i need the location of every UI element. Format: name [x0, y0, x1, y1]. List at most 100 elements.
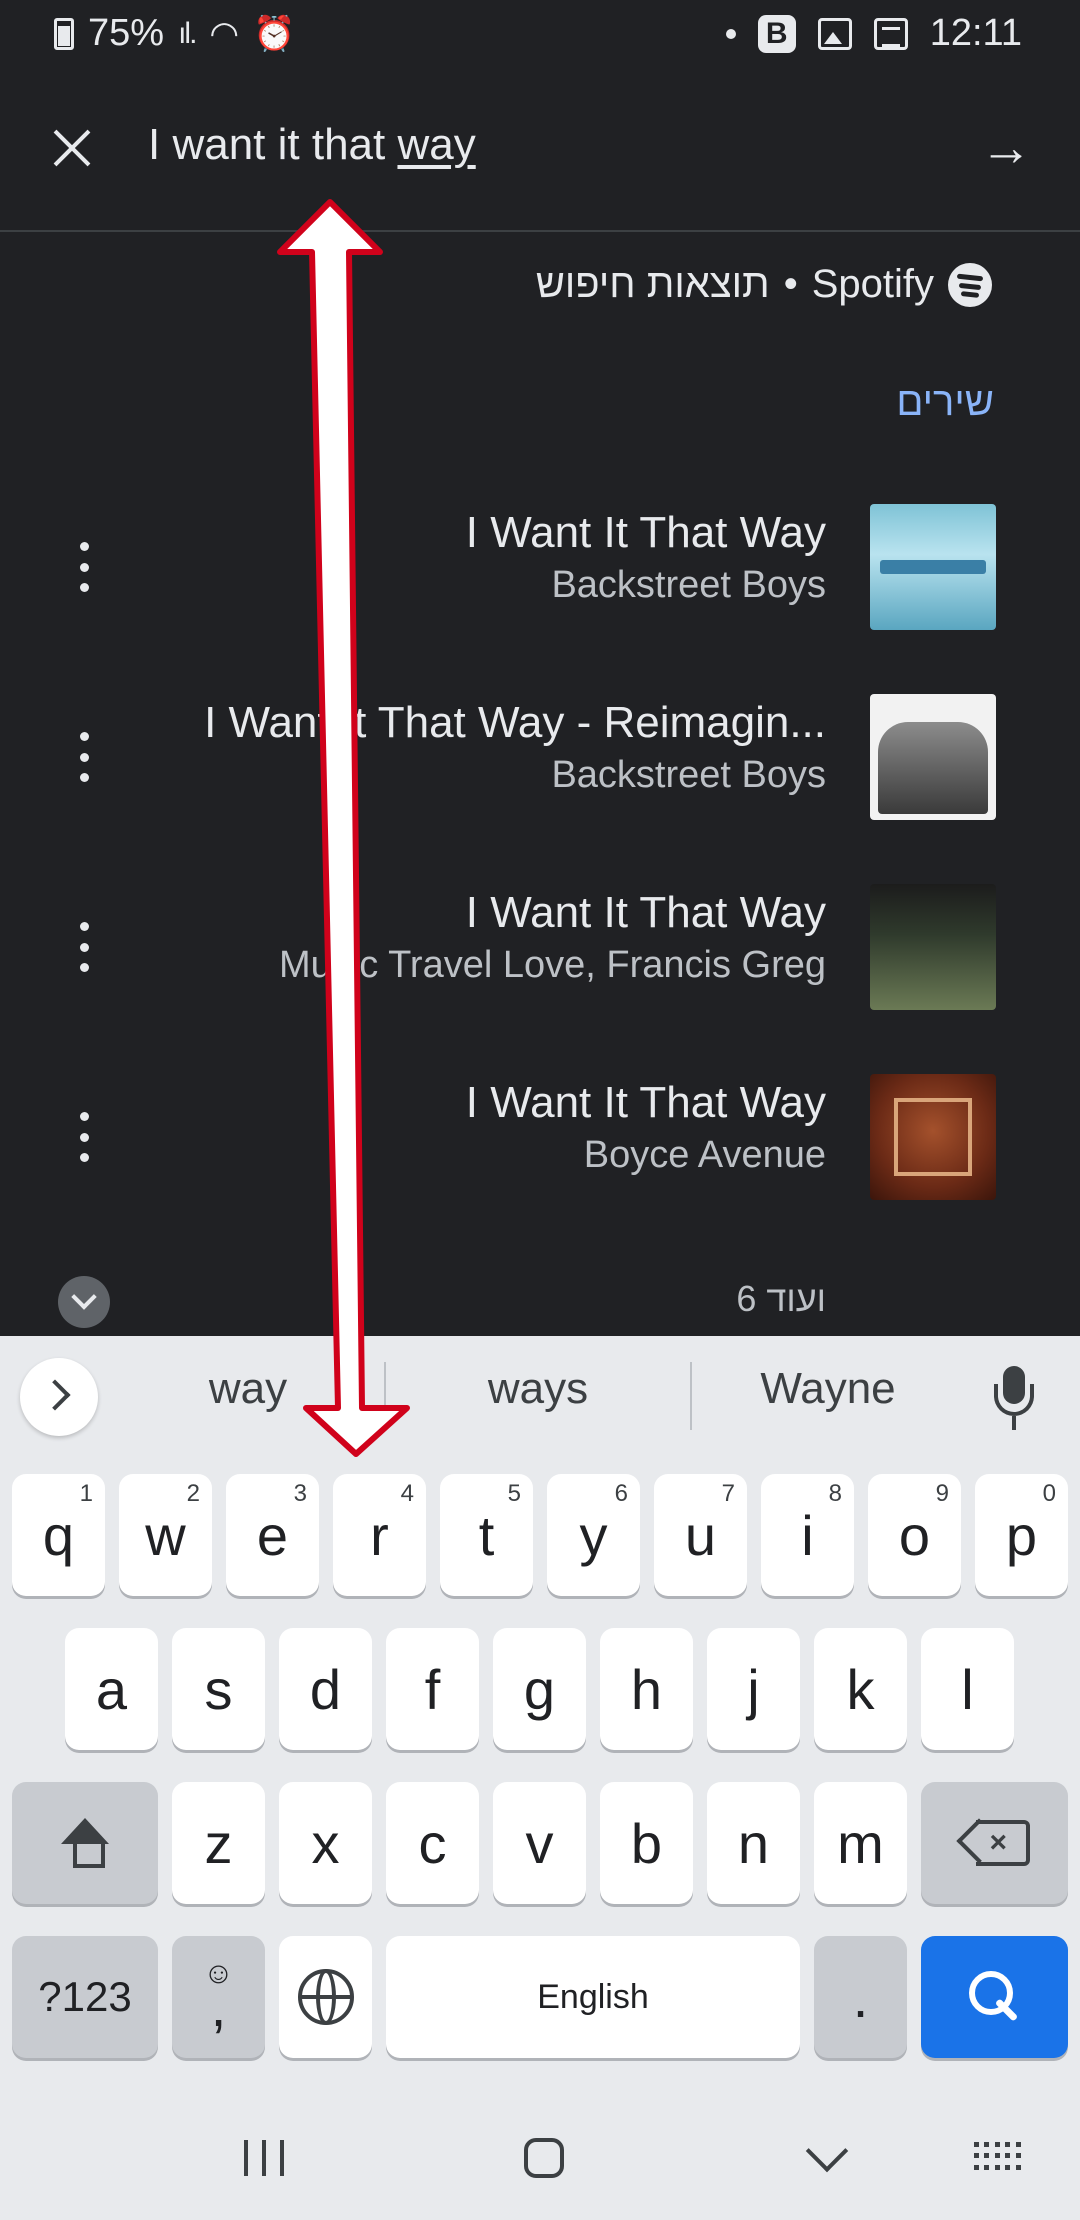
key-j[interactable]: j	[707, 1628, 800, 1750]
song-artist: Music Travel Love, Francis Greg	[279, 944, 826, 986]
key-n[interactable]: n	[707, 1782, 800, 1904]
key-t[interactable]: t5	[440, 1474, 533, 1596]
key-a[interactable]: a	[65, 1628, 158, 1750]
song-artist: Backstreet Boys	[551, 564, 826, 606]
key-g[interactable]: g	[493, 1628, 586, 1750]
song-result[interactable]: I Want It That Way Boyce Avenue	[0, 1062, 1080, 1212]
song-result[interactable]: I Want It That Way - Reimagin... Backstr…	[0, 682, 1080, 832]
more-options-icon[interactable]	[74, 1112, 94, 1162]
signal-icon: ıl.	[178, 16, 197, 50]
home-icon[interactable]	[524, 2138, 564, 2178]
search-query-prefix: I want it that	[148, 120, 398, 169]
comma-label: ,	[210, 1975, 227, 2038]
key-z[interactable]: z	[172, 1782, 265, 1904]
b-app-icon: B	[757, 14, 796, 53]
album-art	[870, 694, 996, 820]
album-art	[870, 884, 996, 1010]
song-title: I Want It That Way - Reimagin...	[204, 698, 826, 747]
search-icon	[965, 1967, 1025, 2027]
mic-icon[interactable]	[986, 1366, 1042, 1430]
song-result[interactable]: I Want It That Way Music Travel Love, Fr…	[0, 872, 1080, 1022]
language-key[interactable]	[279, 1936, 372, 2058]
source-name: Spotify	[811, 262, 934, 306]
gallery-icon	[817, 17, 852, 50]
more-options-icon[interactable]	[74, 732, 94, 782]
song-title: I Want It That Way	[465, 888, 826, 937]
key-b[interactable]: b	[600, 1782, 693, 1904]
expand-more-icon[interactable]	[58, 1276, 110, 1328]
keyboard-switch-icon[interactable]	[974, 2142, 1022, 2172]
status-bar: 75% ıl. ◠ ⏰ B 12:11	[0, 0, 1080, 64]
status-right: B 12:11	[725, 12, 1022, 55]
results-source: תוצאות חיפוש • Spotify	[536, 262, 992, 307]
key-m[interactable]: m	[814, 1782, 907, 1904]
suggestion-item[interactable]: Wayne	[708, 1364, 948, 1414]
key-o[interactable]: o9	[868, 1474, 961, 1596]
recent-apps-icon[interactable]	[244, 2140, 284, 2176]
search-bar: I want it that way →	[0, 82, 1080, 232]
key-f[interactable]: f	[386, 1628, 479, 1750]
spotify-icon	[948, 262, 992, 307]
more-options-icon[interactable]	[74, 542, 94, 592]
suggestion-divider	[384, 1362, 386, 1430]
key-d[interactable]: d	[279, 1628, 372, 1750]
emoji-comma-key[interactable]: ☺,	[172, 1936, 265, 2058]
key-r[interactable]: r4	[333, 1474, 426, 1596]
search-key[interactable]	[921, 1936, 1068, 2058]
separator-dot: •	[783, 262, 798, 306]
key-k[interactable]: k	[814, 1628, 907, 1750]
wifi-icon: ◠	[209, 14, 240, 53]
results-source-label: תוצאות חיפוש	[535, 262, 770, 306]
key-u[interactable]: u7	[654, 1474, 747, 1596]
toolbar-expand-icon[interactable]	[20, 1358, 98, 1436]
key-h[interactable]: h	[600, 1628, 693, 1750]
status-left: 75% ıl. ◠ ⏰	[54, 12, 295, 55]
album-art	[870, 1074, 996, 1200]
suggestion-item[interactable]: way	[128, 1364, 368, 1414]
key-w[interactable]: w2	[119, 1474, 212, 1596]
news-icon	[873, 17, 908, 50]
song-title: I Want It That Way	[465, 1078, 826, 1127]
suggestion-divider	[690, 1362, 692, 1430]
suggestion-item[interactable]: ways	[418, 1364, 658, 1414]
key-v[interactable]: v	[493, 1782, 586, 1904]
backspace-icon: ×	[955, 1818, 1030, 1866]
globe-icon	[297, 1969, 354, 2025]
more-results-row[interactable]: ועוד 6	[0, 1268, 1080, 1330]
dot-icon	[725, 28, 736, 39]
section-title-songs: שירים	[896, 380, 994, 424]
alarm-icon: ⏰	[253, 14, 296, 53]
clock: 12:11	[929, 12, 1022, 54]
navigation-bar	[0, 2090, 1080, 2220]
key-q[interactable]: q1	[12, 1474, 105, 1596]
key-y[interactable]: y6	[547, 1474, 640, 1596]
song-artist: Backstreet Boys	[551, 754, 826, 796]
key-s[interactable]: s	[172, 1628, 265, 1750]
keyboard: way ways Wayne q1 w2 e3 r4 t5 y6 u7 i8 o…	[0, 1336, 1080, 2220]
album-art	[870, 504, 996, 630]
backspace-key[interactable]: ×	[921, 1782, 1068, 1904]
more-options-icon[interactable]	[74, 922, 94, 972]
search-query-composing: way	[397, 120, 476, 169]
key-p[interactable]: p0	[975, 1474, 1068, 1596]
key-c[interactable]: c	[386, 1782, 479, 1904]
song-title: I Want It That Way	[465, 508, 826, 557]
key-l[interactable]: l	[921, 1628, 1014, 1750]
song-result[interactable]: I Want It That Way Backstreet Boys	[0, 492, 1080, 642]
search-input[interactable]: I want it that way	[148, 120, 476, 170]
suggestion-strip: way ways Wayne	[0, 1336, 1080, 1456]
more-results-label: ועוד 6	[736, 1278, 826, 1319]
battery-percent: 75%	[88, 12, 165, 54]
symbols-key[interactable]: ?123	[12, 1936, 158, 2058]
key-e[interactable]: e3	[226, 1474, 319, 1596]
submit-arrow-icon[interactable]: →	[980, 122, 1032, 174]
shift-icon	[57, 1818, 113, 1868]
period-key[interactable]: .	[814, 1936, 907, 2058]
space-key[interactable]: English	[386, 1936, 800, 2058]
hide-keyboard-icon[interactable]	[805, 2129, 849, 2173]
close-icon[interactable]	[46, 122, 98, 174]
key-x[interactable]: x	[279, 1782, 372, 1904]
key-i[interactable]: i8	[761, 1474, 854, 1596]
song-artist: Boyce Avenue	[583, 1134, 826, 1176]
shift-key[interactable]	[12, 1782, 158, 1904]
